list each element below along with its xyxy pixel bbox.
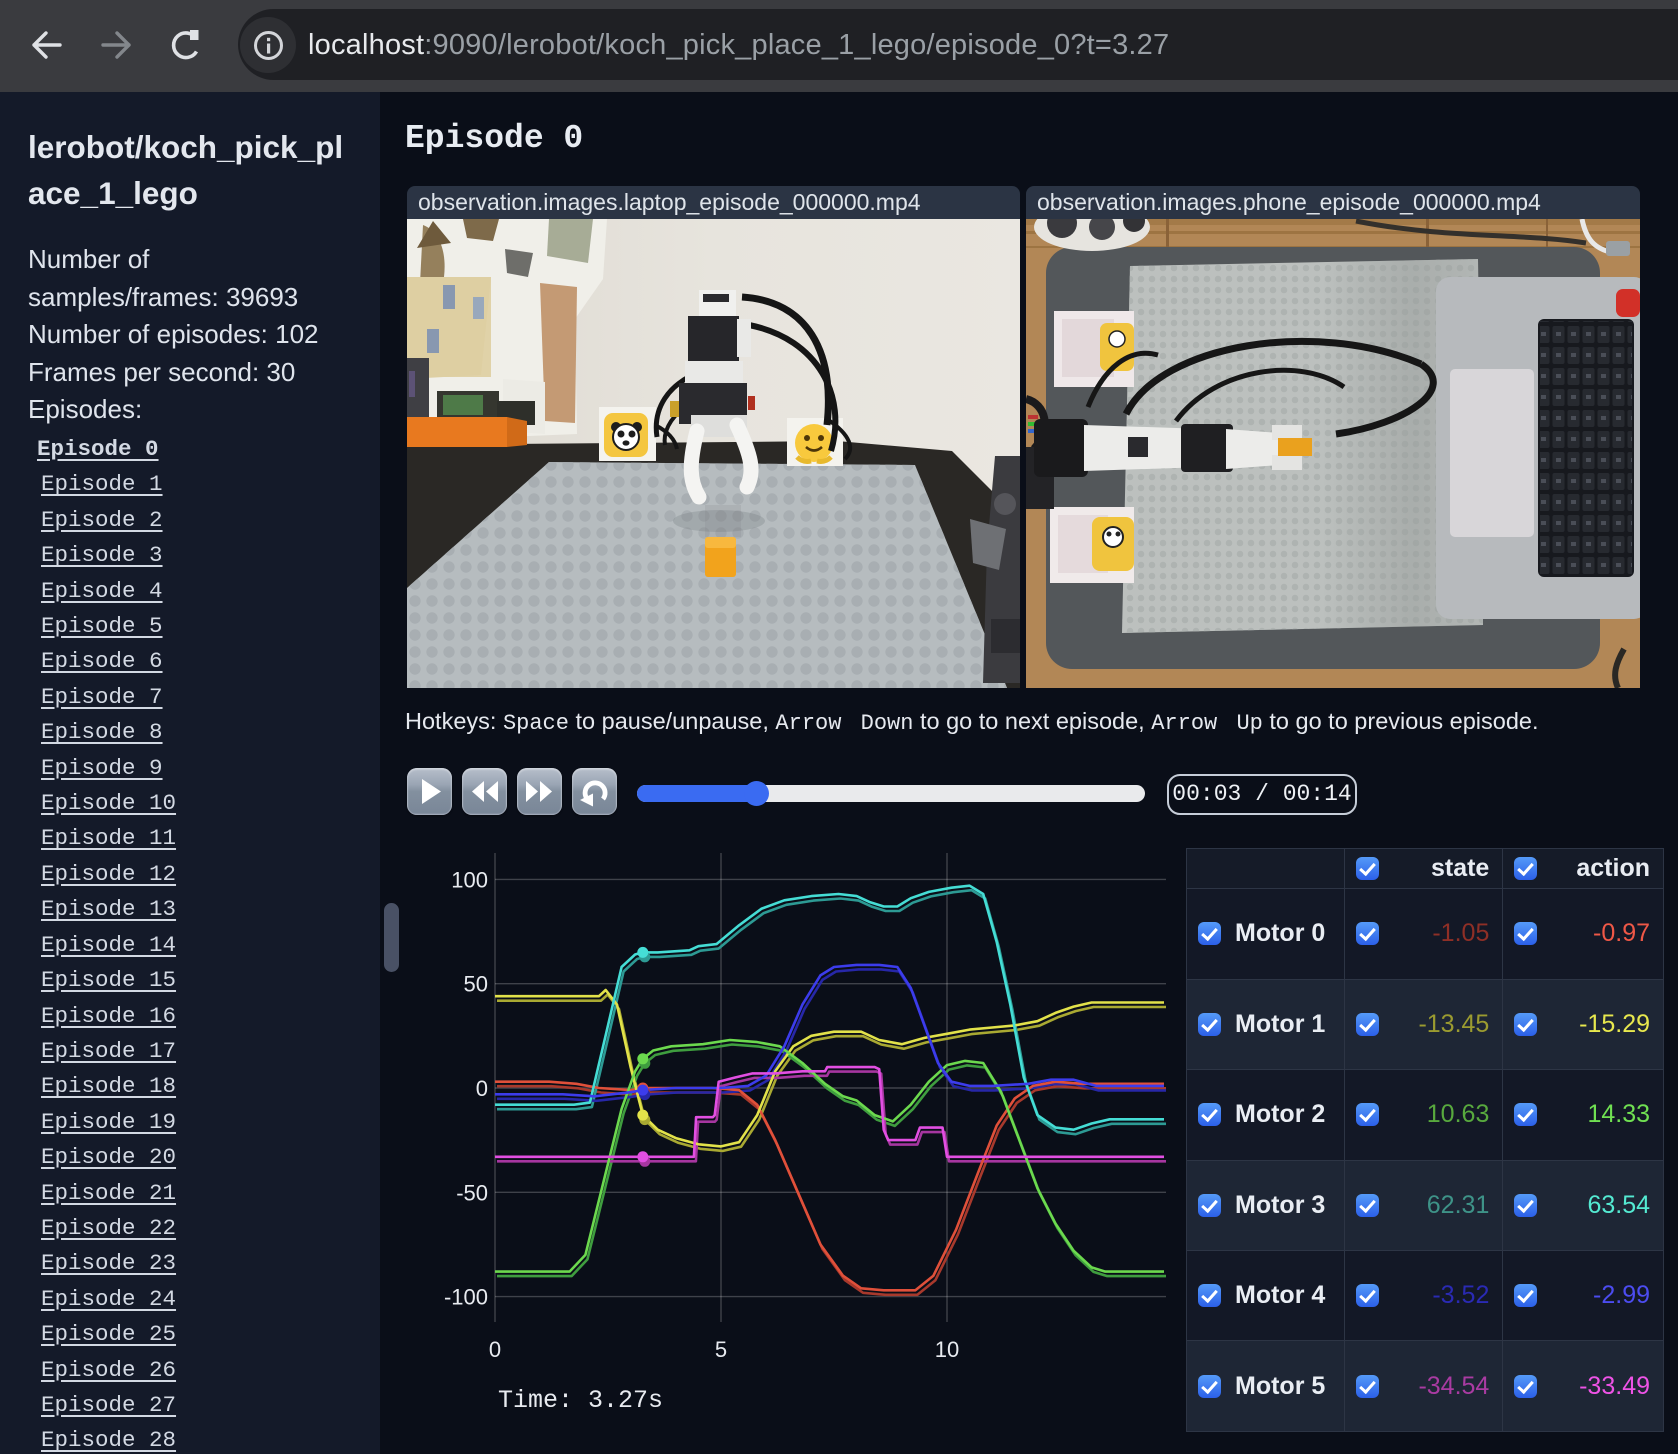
svg-text:100: 100 — [451, 867, 488, 892]
svg-text:50: 50 — [464, 972, 488, 997]
svg-text:-50: -50 — [456, 1180, 488, 1205]
svg-text:Time: 3.27s: Time: 3.27s — [498, 1386, 663, 1415]
svg-text:5: 5 — [715, 1337, 727, 1362]
svg-text:0: 0 — [489, 1337, 501, 1362]
svg-text:-100: -100 — [444, 1285, 488, 1310]
svg-text:0: 0 — [476, 1076, 488, 1101]
svg-text:10: 10 — [935, 1337, 959, 1362]
